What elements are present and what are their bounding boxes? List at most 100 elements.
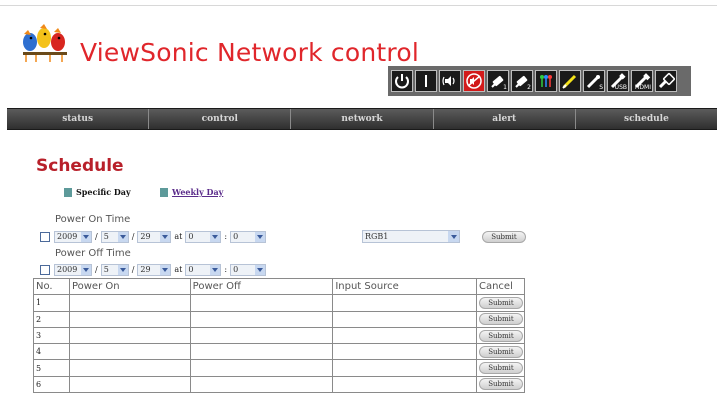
- power-on-month-select[interactable]: 5: [100, 230, 129, 243]
- row-cancel-cell: Submit: [475, 310, 526, 328]
- nav-network[interactable]: network: [291, 109, 434, 129]
- row-submit-button[interactable]: Submit: [478, 345, 523, 358]
- power-off-day-select[interactable]: 29: [137, 263, 172, 276]
- power-on-day-select[interactable]: 29: [137, 230, 172, 243]
- row-input-source: [332, 343, 477, 361]
- mode-specific-day[interactable]: Specific Day: [64, 187, 131, 197]
- nav-status[interactable]: status: [7, 109, 150, 129]
- power-off-year-select[interactable]: 2009: [54, 263, 92, 276]
- row-submit-button[interactable]: Submit: [478, 329, 523, 342]
- input-bar-icon[interactable]: [415, 70, 437, 92]
- chevron-down-icon: [210, 231, 221, 242]
- row-cancel-cell: Submit: [475, 359, 526, 377]
- submit-button[interactable]: Submit: [482, 231, 526, 243]
- schedule-table: No. Power On Power Off Input Source Canc…: [33, 277, 526, 394]
- row-number: 3: [33, 326, 70, 345]
- chevron-down-icon: [160, 231, 171, 242]
- row-number: 6: [33, 375, 70, 394]
- row-submit-button[interactable]: Submit: [478, 313, 523, 326]
- row-power-on: [68, 343, 191, 361]
- row-submit-button[interactable]: Submit: [478, 362, 523, 375]
- row-power-on: [68, 294, 191, 312]
- chevron-down-icon: [255, 264, 266, 275]
- svideo-icon[interactable]: S: [583, 70, 605, 92]
- power-on-checkbox[interactable]: [40, 231, 50, 242]
- row-power-off: [189, 326, 334, 345]
- col-power-off: Power Off: [189, 277, 334, 296]
- table-row: 5 Submit: [33, 359, 526, 377]
- power-off-minute-select[interactable]: 0: [230, 263, 267, 276]
- col-no: No.: [33, 277, 70, 296]
- chevron-down-icon: [81, 264, 91, 275]
- col-cancel: Cancel: [475, 277, 526, 296]
- row-input-source: [332, 310, 477, 328]
- row-power-off: [189, 310, 334, 328]
- component-icon[interactable]: [535, 70, 557, 92]
- power-on-year-select[interactable]: 2009: [54, 230, 92, 243]
- row-submit-button[interactable]: Submit: [478, 378, 523, 391]
- row-cancel-cell: Submit: [475, 326, 526, 345]
- table-row: 3 Submit: [33, 326, 526, 345]
- table-header-row: No. Power On Power Off Input Source Canc…: [33, 277, 526, 296]
- power-off-label: Power Off Time: [55, 248, 131, 259]
- usb-icon[interactable]: USB: [607, 70, 629, 92]
- chevron-down-icon: [117, 231, 128, 242]
- power-off-checkbox[interactable]: [40, 264, 50, 275]
- row-power-off: [189, 294, 334, 312]
- table-row: 2 Submit: [33, 310, 526, 328]
- input-source-select[interactable]: RGB1: [362, 230, 460, 243]
- control-toolbar: 1 2 S USB HDMI: [388, 66, 691, 96]
- top-divider: [0, 5, 717, 6]
- power-off-hour-select[interactable]: 0: [185, 263, 222, 276]
- at-label: at: [174, 265, 183, 274]
- mode-weekly-day[interactable]: Weekly Day: [160, 187, 223, 197]
- volume-icon[interactable]: [439, 70, 461, 92]
- mute-icon[interactable]: [463, 70, 485, 92]
- date-separator: /: [95, 232, 98, 241]
- row-power-on: [68, 375, 191, 394]
- row-submit-button[interactable]: Submit: [478, 296, 523, 309]
- row-cancel-cell: Submit: [475, 294, 526, 312]
- chevron-down-icon: [210, 264, 221, 275]
- power-on-hour-select[interactable]: 0: [185, 230, 222, 243]
- power-on-label: Power On Time: [55, 214, 131, 225]
- power-off-row: 2009 / 5 / 29 at 0 : 0: [40, 263, 267, 276]
- date-separator: /: [131, 232, 135, 241]
- main-nav: status control network alert schedule: [7, 108, 717, 130]
- chevron-down-icon: [255, 231, 266, 242]
- video-icon[interactable]: [559, 70, 581, 92]
- date-separator: /: [131, 265, 135, 274]
- row-number: 5: [33, 359, 70, 377]
- connector-2-icon[interactable]: 2: [511, 70, 533, 92]
- mode-specific-day-label: Specific Day: [76, 187, 131, 197]
- nav-alert[interactable]: alert: [433, 109, 576, 129]
- row-cancel-cell: Submit: [475, 343, 526, 361]
- nav-schedule[interactable]: schedule: [575, 109, 717, 129]
- date-separator: /: [95, 265, 98, 274]
- row-power-on: [68, 310, 191, 328]
- app-title: ViewSonic Network control: [80, 38, 419, 67]
- table-row: 6 Submit: [33, 375, 526, 394]
- power-icon[interactable]: [391, 70, 413, 92]
- chevron-down-icon: [81, 231, 91, 242]
- row-power-off: [189, 343, 334, 361]
- time-separator: :: [224, 265, 228, 274]
- chevron-down-icon: [448, 231, 459, 242]
- mode-square-icon: [160, 187, 168, 197]
- time-separator: :: [224, 232, 228, 241]
- chevron-down-icon: [117, 264, 128, 275]
- row-input-source: [332, 359, 477, 377]
- col-power-on: Power On: [68, 277, 191, 296]
- row-input-source: [332, 375, 477, 394]
- section-title: Schedule: [36, 156, 124, 176]
- power-on-minute-select[interactable]: 0: [230, 230, 267, 243]
- mode-weekly-day-label: Weekly Day: [172, 187, 224, 197]
- row-input-source: [332, 294, 477, 312]
- vga-icon[interactable]: [655, 70, 677, 92]
- hdmi-icon[interactable]: HDMI: [631, 70, 653, 92]
- power-off-month-select[interactable]: 5: [100, 263, 129, 276]
- nav-control[interactable]: control: [149, 109, 292, 129]
- row-number: 1: [33, 294, 70, 312]
- connector-1-icon[interactable]: 1: [487, 70, 509, 92]
- row-input-source: [332, 326, 477, 345]
